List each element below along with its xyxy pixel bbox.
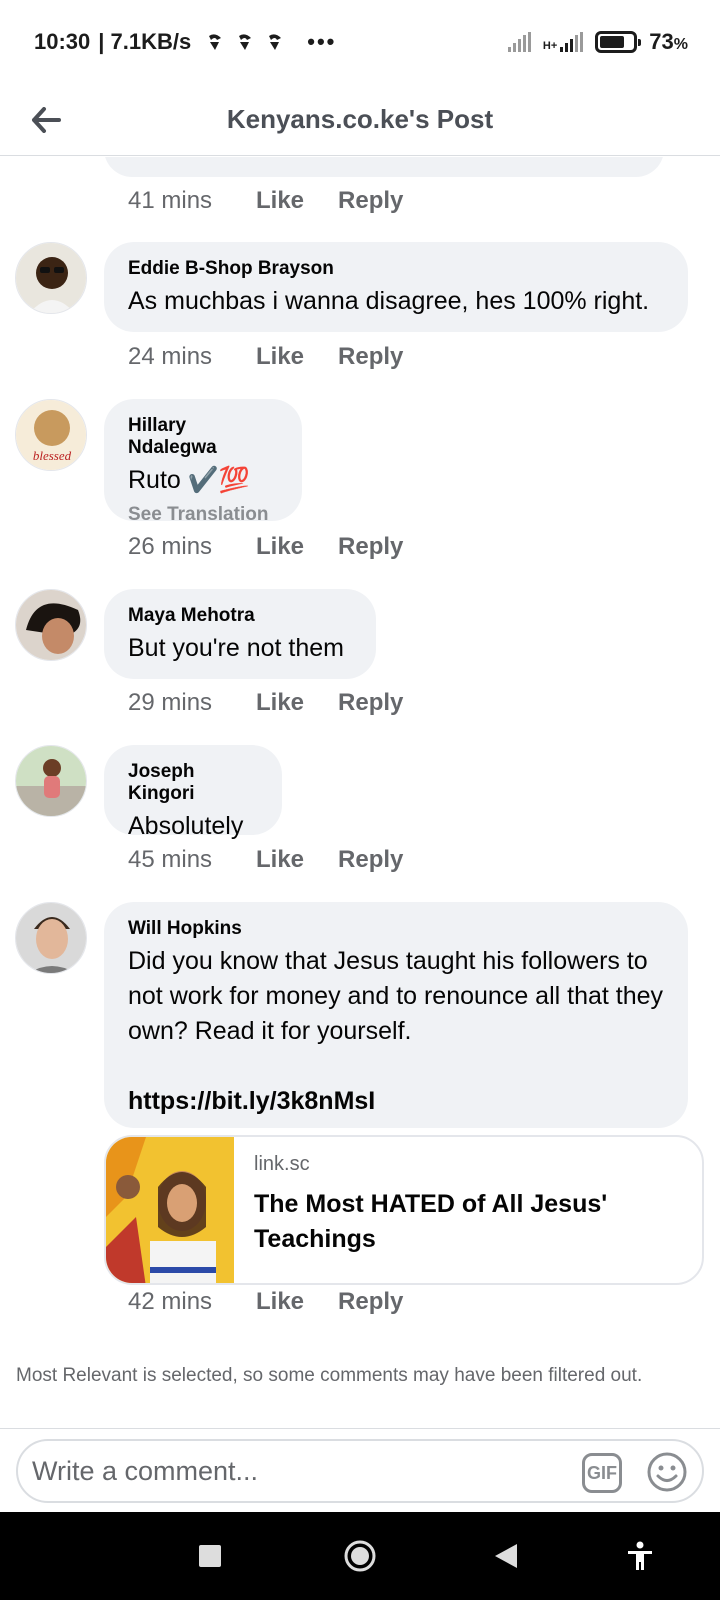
comment-text: Did you know that Jesus taught his follo…	[128, 947, 664, 1045]
comment-time: 41 mins	[128, 187, 213, 214]
emoji-icon[interactable]	[646, 1451, 688, 1493]
triangle-back-icon	[495, 1544, 517, 1568]
accessibility-button[interactable]	[618, 1534, 662, 1578]
comment-text: Absolutely	[128, 812, 244, 840]
battery-percent: 73%	[649, 29, 688, 54]
home-circle-icon	[344, 1540, 376, 1572]
avatar[interactable]: blessed	[15, 399, 87, 471]
link-title: The Most HATED of All Jesus' Teachings	[254, 1190, 608, 1253]
back-nav-button[interactable]	[484, 1534, 528, 1578]
comment-bubble: Maya Mehotra But you're not them	[104, 589, 376, 679]
comment-author[interactable]: Joseph Kingori	[128, 761, 258, 805]
comment-actions: 24 mins Like Reply	[128, 343, 437, 371]
notification-icon	[209, 34, 222, 50]
avatar[interactable]	[15, 589, 87, 661]
comment-author[interactable]: Hillary Ndalegwa	[128, 415, 278, 459]
notification-icons	[205, 32, 285, 52]
comment-text: As muchbas i wanna disagree, hes 100% ri…	[128, 287, 650, 315]
network-type: H+	[542, 40, 558, 52]
comment-bubble: Joseph Kingori Absolutely	[104, 745, 282, 840]
comment-actions: 29 mins Like Reply	[128, 689, 437, 717]
comment-time: 29 mins	[128, 689, 213, 716]
like-button[interactable]: Like	[256, 187, 304, 215]
gif-button[interactable]: GIF	[582, 1453, 622, 1493]
more-dots: •••	[307, 29, 337, 54]
comment-author[interactable]: Maya Mehotra	[128, 605, 352, 627]
reply-button[interactable]: Reply	[338, 846, 403, 874]
comment-composer: GIF	[0, 1428, 720, 1512]
reply-button[interactable]: Reply	[338, 1288, 403, 1316]
comment-actions: 26 mins Like Reply	[128, 533, 437, 561]
avatar[interactable]	[15, 745, 87, 817]
avatar[interactable]	[15, 242, 87, 314]
like-button[interactable]: Like	[256, 343, 304, 371]
system-nav-bar	[0, 1512, 720, 1600]
comment-bubble: Eddie B-Shop Brayson As muchbas i wanna …	[104, 242, 688, 332]
filter-note: Most Relevant is selected, so some comme…	[16, 1365, 643, 1386]
comment-bubble	[104, 157, 664, 177]
comment-input-box[interactable]: GIF	[16, 1439, 704, 1503]
status-right: H+ 73%	[507, 29, 688, 55]
battery-icon	[595, 31, 642, 53]
reply-button[interactable]: Reply	[338, 187, 403, 215]
comment-time: 42 mins	[128, 1288, 213, 1315]
like-button[interactable]: Like	[256, 689, 304, 717]
link-preview-image	[106, 1137, 234, 1283]
accessibility-icon	[628, 1541, 652, 1570]
notification-icon	[269, 34, 282, 50]
square-icon	[199, 1545, 221, 1567]
see-translation-link[interactable]: See Translation	[128, 504, 278, 526]
comments-list[interactable]: 41 mins Like Reply Eddie B-Shop Brayson …	[0, 157, 720, 1427]
mobile-signal: H+	[542, 32, 584, 52]
comment-bubble: Will Hopkins Did you know that Jesus tau…	[104, 902, 688, 1128]
comment-bubble: Hillary Ndalegwa Ruto ✔️💯 See Translatio…	[104, 399, 302, 525]
link-preview-card[interactable]: link.sc The Most HATED of All Jesus' Tea…	[104, 1135, 704, 1285]
home-button[interactable]	[338, 1534, 382, 1578]
back-button[interactable]	[26, 100, 66, 140]
comment-actions: 45 mins Like Reply	[128, 846, 437, 874]
link-domain: link.sc	[254, 1153, 310, 1175]
reply-button[interactable]: Reply	[338, 533, 403, 561]
signal-strength-icon	[560, 32, 584, 52]
recents-button[interactable]	[188, 1534, 232, 1578]
status-bar: 10:30 | 7.1KB/s ••• H+ 73%	[0, 0, 720, 84]
comment-time: 45 mins	[128, 846, 213, 873]
reply-button[interactable]: Reply	[338, 689, 403, 717]
comment-author[interactable]: Eddie B-Shop Brayson	[128, 258, 664, 280]
comment-author[interactable]: Will Hopkins	[128, 918, 664, 940]
like-button[interactable]: Like	[256, 846, 304, 874]
network-speed: | 7.1KB/s	[98, 29, 192, 54]
comment-input[interactable]	[32, 1455, 552, 1487]
comment-time: 26 mins	[128, 533, 213, 560]
signal-icon	[507, 32, 531, 52]
status-time: 10:30	[34, 29, 91, 54]
avatar[interactable]	[15, 902, 87, 974]
arrow-left-icon	[32, 107, 61, 133]
svg-text:blessed: blessed	[33, 448, 72, 463]
comment-text: But you're not them	[128, 634, 345, 662]
comment-time: 24 mins	[128, 343, 213, 370]
comment-text: Ruto ✔️💯	[128, 466, 251, 494]
post-header: Kenyans.co.ke's Post	[0, 84, 720, 156]
status-left: 10:30 | 7.1KB/s •••	[34, 29, 336, 55]
comment-actions: 42 mins Like Reply	[128, 1288, 437, 1316]
comment-link[interactable]: https://bit.ly/3k8nMsI	[128, 1084, 664, 1119]
page-title: Kenyans.co.ke's Post	[226, 104, 494, 134]
reply-button[interactable]: Reply	[338, 343, 403, 371]
notification-icon	[239, 34, 252, 50]
gif-label: GIF	[587, 1462, 617, 1483]
like-button[interactable]: Like	[256, 533, 304, 561]
comment-actions: 41 mins Like Reply	[128, 187, 437, 215]
like-button[interactable]: Like	[256, 1288, 304, 1316]
